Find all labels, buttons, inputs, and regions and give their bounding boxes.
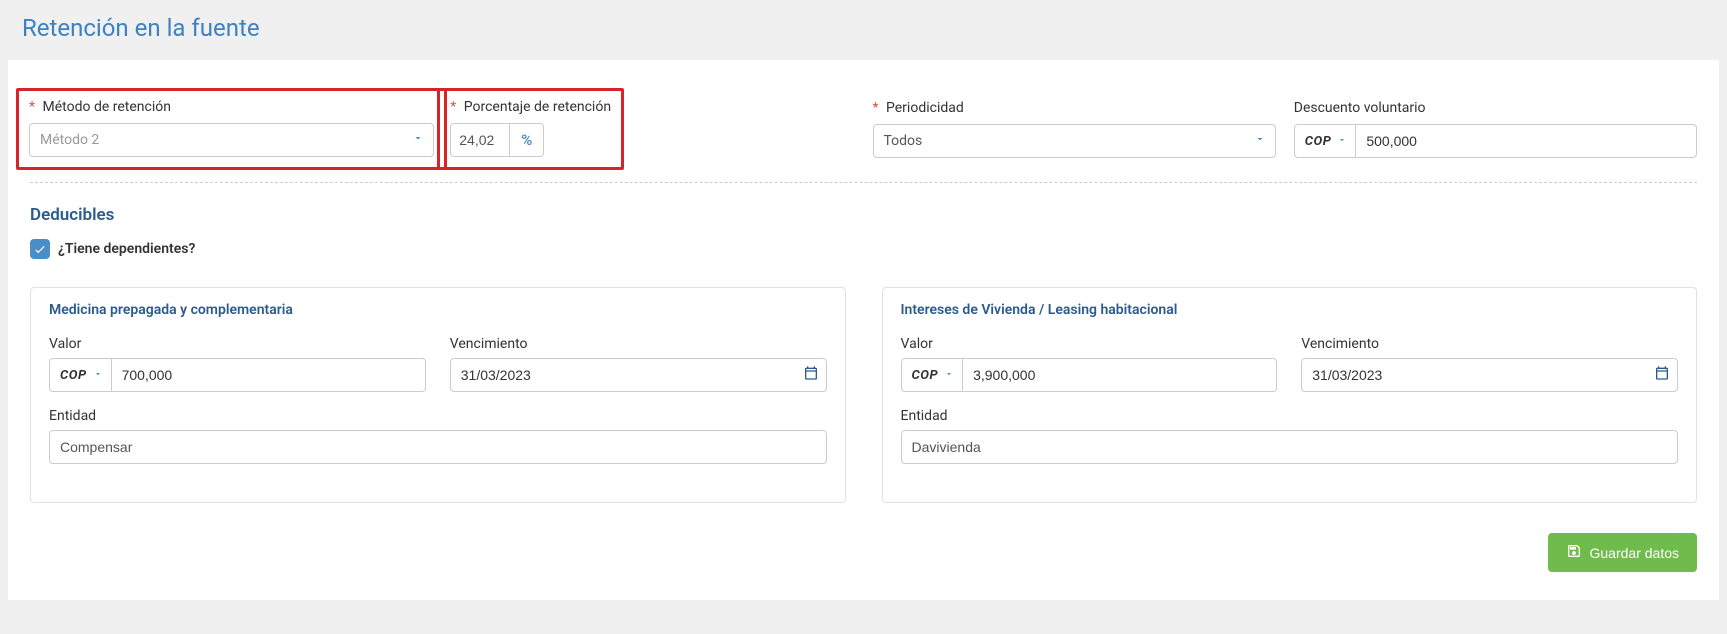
- chevron-down-icon: [93, 368, 103, 382]
- section-divider: [30, 182, 1697, 183]
- currency-selector-descuento[interactable]: COP: [1294, 124, 1357, 158]
- currency-input-descuento: COP: [1294, 124, 1697, 158]
- label-intereses-vencimiento: Vencimiento: [1301, 336, 1678, 352]
- field-periodicidad: * Periodicidad Todos: [873, 100, 1276, 158]
- chevron-down-icon: [1337, 134, 1347, 148]
- card-medicina-row1: Valor COP Vencimiento: [49, 336, 827, 392]
- required-indicator: *: [873, 100, 879, 116]
- currency-selector-intereses[interactable]: COP: [901, 358, 964, 392]
- deducibles-cards: Medicina prepagada y complementaria Valo…: [30, 287, 1697, 503]
- currency-input-medicina: COP: [49, 358, 426, 392]
- card-medicina-title: Medicina prepagada y complementaria: [49, 302, 827, 318]
- required-indicator: *: [450, 99, 456, 115]
- checkbox-dependientes-label: ¿Tiene dependientes?: [58, 241, 195, 257]
- save-icon: [1566, 543, 1582, 562]
- input-medicina-entidad[interactable]: [49, 430, 827, 464]
- select-metodo-retencion[interactable]: Método 2: [29, 123, 434, 157]
- input-porcentaje[interactable]: [450, 123, 510, 157]
- input-descuento-valor[interactable]: [1356, 124, 1697, 158]
- label-text-metodo: Método de retención: [43, 99, 171, 115]
- field-intereses-entidad: Entidad: [901, 408, 1679, 464]
- currency-code: COP: [60, 368, 87, 383]
- label-porcentaje-retencion: * Porcentaje de retención: [450, 99, 611, 115]
- percent-control: %: [450, 123, 611, 157]
- field-porcentaje-retencion: * Porcentaje de retención %: [451, 100, 854, 158]
- label-metodo-retencion: * Método de retención: [29, 99, 434, 115]
- highlight-metodo: * Método de retención Método 2: [16, 88, 447, 170]
- field-intereses-vencimiento: Vencimiento: [1301, 336, 1678, 392]
- field-medicina-vencimiento: Vencimiento: [450, 336, 827, 392]
- checkbox-dependientes-row: ¿Tiene dependientes?: [30, 239, 1697, 259]
- heading-deducibles: Deducibles: [30, 205, 1697, 225]
- card-intereses-row2: Entidad: [901, 408, 1679, 464]
- main-panel: * Método de retención Método 2 * Porcent…: [8, 60, 1719, 600]
- required-indicator: *: [29, 99, 35, 115]
- label-text-porcentaje: Porcentaje de retención: [464, 99, 611, 115]
- percent-icon: %: [510, 123, 544, 157]
- label-text-periodicidad: Periodicidad: [886, 100, 964, 116]
- field-medicina-valor: Valor COP: [49, 336, 426, 392]
- field-medicina-entidad: Entidad: [49, 408, 827, 464]
- field-descuento-voluntario: Descuento voluntario COP: [1294, 100, 1697, 158]
- check-icon: [33, 242, 47, 256]
- highlight-porcentaje: * Porcentaje de retención %: [437, 88, 624, 170]
- input-medicina-valor[interactable]: [112, 358, 426, 392]
- label-intereses-valor: Valor: [901, 336, 1278, 352]
- card-medicina-row2: Entidad: [49, 408, 827, 464]
- input-medicina-vencimiento[interactable]: [450, 358, 827, 392]
- date-wrap-medicina: [450, 358, 827, 392]
- currency-code: COP: [1305, 134, 1332, 149]
- top-fields-row: * Método de retención Método 2 * Porcent…: [30, 100, 1697, 158]
- currency-selector-medicina[interactable]: COP: [49, 358, 112, 392]
- input-intereses-valor[interactable]: [963, 358, 1277, 392]
- footer-actions: Guardar datos: [30, 533, 1697, 572]
- label-intereses-entidad: Entidad: [901, 408, 1679, 424]
- checkbox-dependientes[interactable]: [30, 239, 50, 259]
- select-metodo-display[interactable]: Método 2: [29, 123, 434, 157]
- input-intereses-entidad[interactable]: [901, 430, 1679, 464]
- save-button-label: Guardar datos: [1590, 545, 1680, 561]
- card-intereses: Intereses de Vivienda / Leasing habitaci…: [882, 287, 1698, 503]
- save-button[interactable]: Guardar datos: [1548, 533, 1698, 572]
- field-metodo-retencion: * Método de retención Método 2: [30, 100, 433, 158]
- label-medicina-vencimiento: Vencimiento: [450, 336, 827, 352]
- field-intereses-valor: Valor COP: [901, 336, 1278, 392]
- card-intereses-row1: Valor COP Vencimiento: [901, 336, 1679, 392]
- page-title: Retención en la fuente: [0, 0, 1727, 60]
- select-periodicidad-display[interactable]: Todos: [873, 124, 1276, 158]
- input-intereses-vencimiento[interactable]: [1301, 358, 1678, 392]
- label-medicina-entidad: Entidad: [49, 408, 827, 424]
- label-descuento-voluntario: Descuento voluntario: [1294, 100, 1697, 116]
- label-periodicidad: * Periodicidad: [873, 100, 1276, 116]
- date-wrap-intereses: [1301, 358, 1678, 392]
- select-periodicidad[interactable]: Todos: [873, 124, 1276, 158]
- card-medicina: Medicina prepagada y complementaria Valo…: [30, 287, 846, 503]
- label-medicina-valor: Valor: [49, 336, 426, 352]
- currency-code: COP: [912, 368, 939, 383]
- card-intereses-title: Intereses de Vivienda / Leasing habitaci…: [901, 302, 1679, 318]
- currency-input-intereses: COP: [901, 358, 1278, 392]
- chevron-down-icon: [944, 368, 954, 382]
